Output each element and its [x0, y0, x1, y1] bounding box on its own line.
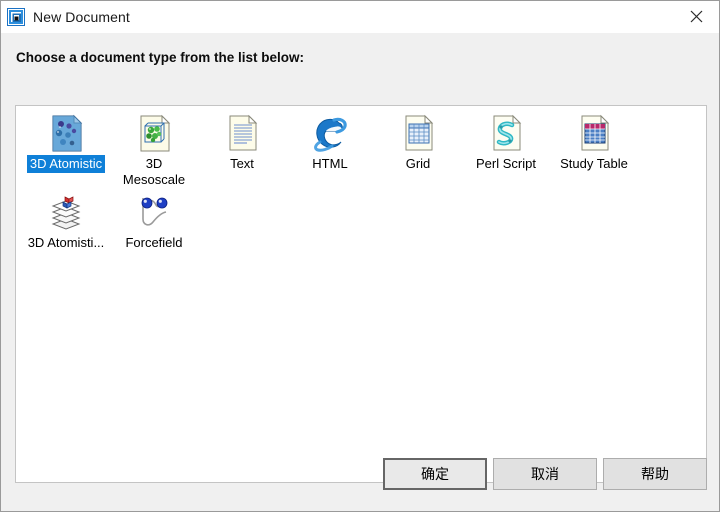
list-item-label: HTML: [312, 156, 348, 171]
list-item[interactable]: Text: [198, 112, 286, 189]
list-item-label: Forcefield: [125, 235, 183, 250]
cancel-button[interactable]: 取消: [493, 458, 597, 490]
mesoscale-document-icon: [133, 112, 175, 154]
list-item[interactable]: Perl Script: [462, 112, 550, 189]
title-bar: New Document: [1, 1, 719, 33]
perl-script-icon: [485, 112, 527, 154]
list-item-label: Study Table: [560, 156, 628, 171]
list-item-label: Perl Script: [476, 156, 536, 171]
window-title: New Document: [33, 8, 130, 25]
app-window-icon: [7, 7, 25, 26]
list-item-label: 3D Atomisti...: [27, 235, 105, 250]
dialog-button-bar: 确定 取消 帮助: [1, 451, 719, 511]
list-item[interactable]: 3D Mesoscale: [110, 112, 198, 189]
forcefield-icon: [133, 191, 175, 233]
list-item[interactable]: 3D Atomistic: [22, 112, 110, 189]
list-item-label: Text: [230, 156, 254, 171]
list-item[interactable]: 3D Atomisti...: [22, 191, 110, 265]
prompt-label: Choose a document type from the list bel…: [16, 50, 305, 65]
document-type-list[interactable]: 3D Atomistic 3D Mesoscale Text HTML Grid…: [15, 105, 707, 483]
new-document-dialog: New Document Choose a document type from…: [0, 0, 720, 512]
study-table-icon: [573, 112, 615, 154]
list-item[interactable]: HTML: [286, 112, 374, 189]
list-item[interactable]: Grid: [374, 112, 462, 189]
ok-button[interactable]: 确定: [383, 458, 487, 490]
list-item-label: Grid: [405, 156, 431, 171]
close-icon[interactable]: [674, 1, 719, 31]
text-document-icon: [221, 112, 263, 154]
list-item[interactable]: Forcefield: [110, 191, 198, 265]
list-item-label: 3D Atomistic: [26, 155, 106, 173]
internet-explorer-icon: [309, 112, 351, 154]
list-item[interactable]: Study Table: [550, 112, 638, 189]
help-button[interactable]: 帮助: [603, 458, 707, 490]
grid-document-icon: [397, 112, 439, 154]
document-type-items: 3D Atomistic 3D Mesoscale Text HTML Grid…: [22, 110, 702, 265]
dialog-body: Choose a document type from the list bel…: [1, 33, 719, 511]
atomistic-document-icon: [45, 112, 87, 154]
layers-icon: [45, 191, 87, 233]
list-item-label: 3D Mesoscale: [122, 156, 186, 187]
